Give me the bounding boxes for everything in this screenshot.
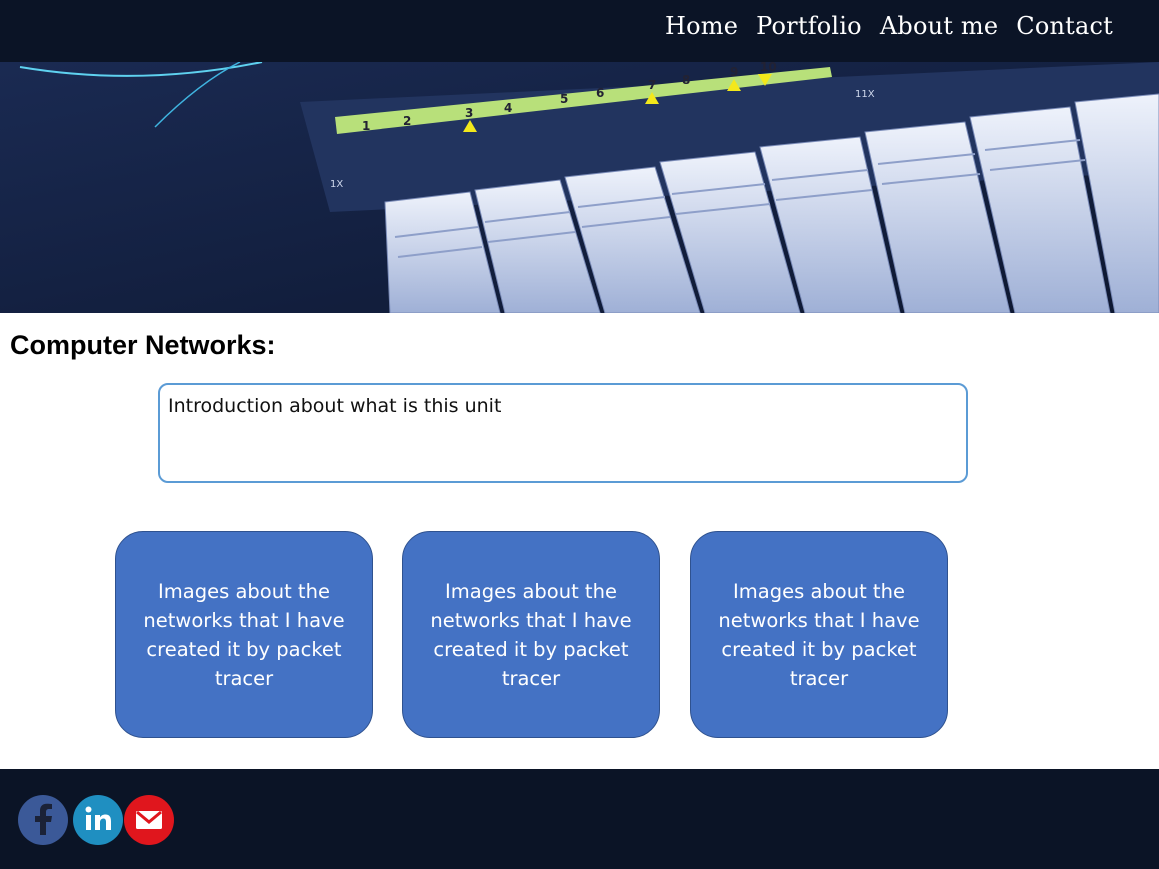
nav-contact-link[interactable]: Contact bbox=[1016, 10, 1113, 42]
nav-about-link[interactable]: About me bbox=[880, 10, 998, 42]
port-label: 2 bbox=[403, 114, 411, 128]
card-text: Images about the networks that I have cr… bbox=[143, 579, 345, 690]
port-label: 6 bbox=[596, 86, 604, 100]
port-label: 4 bbox=[504, 101, 512, 115]
facebook-icon[interactable] bbox=[18, 795, 68, 845]
port-label: 1 bbox=[362, 119, 370, 133]
main-nav: Home Portfolio About me Contact bbox=[665, 10, 1113, 42]
port-label: 9 bbox=[730, 65, 738, 79]
card-text: Images about the networks that I have cr… bbox=[430, 579, 632, 690]
hero-banner-image: 1 2 3 4 5 6 7 8 9 10 1X 11X bbox=[0, 62, 1159, 313]
nav-portfolio-link[interactable]: Portfolio bbox=[756, 10, 862, 42]
network-image-card[interactable]: Images about the networks that I have cr… bbox=[402, 531, 660, 738]
port-label: 3 bbox=[465, 106, 473, 120]
port-label: 10 bbox=[760, 62, 777, 74]
port-label: 8 bbox=[682, 73, 690, 87]
port-label: 7 bbox=[648, 78, 656, 92]
top-navigation-bar: Home Portfolio About me Contact bbox=[0, 0, 1159, 62]
network-switch-illustration: 1 2 3 4 5 6 7 8 9 10 1X 11X bbox=[0, 62, 1159, 313]
page-title: Computer Networks: bbox=[10, 330, 276, 360]
linkedin-icon[interactable] bbox=[73, 795, 123, 845]
mail-icon[interactable] bbox=[124, 795, 174, 845]
intro-text: Introduction about what is this unit bbox=[168, 395, 502, 417]
network-image-card[interactable]: Images about the networks that I have cr… bbox=[115, 531, 373, 738]
footer bbox=[0, 769, 1159, 869]
intro-text-box: Introduction about what is this unit bbox=[158, 383, 968, 483]
switch-label: 1X bbox=[330, 179, 343, 190]
nav-home-link[interactable]: Home bbox=[665, 10, 738, 42]
card-text: Images about the networks that I have cr… bbox=[718, 579, 920, 690]
network-image-card[interactable]: Images about the networks that I have cr… bbox=[690, 531, 948, 738]
port-label: 5 bbox=[560, 92, 568, 106]
switch-label: 11X bbox=[855, 89, 875, 100]
